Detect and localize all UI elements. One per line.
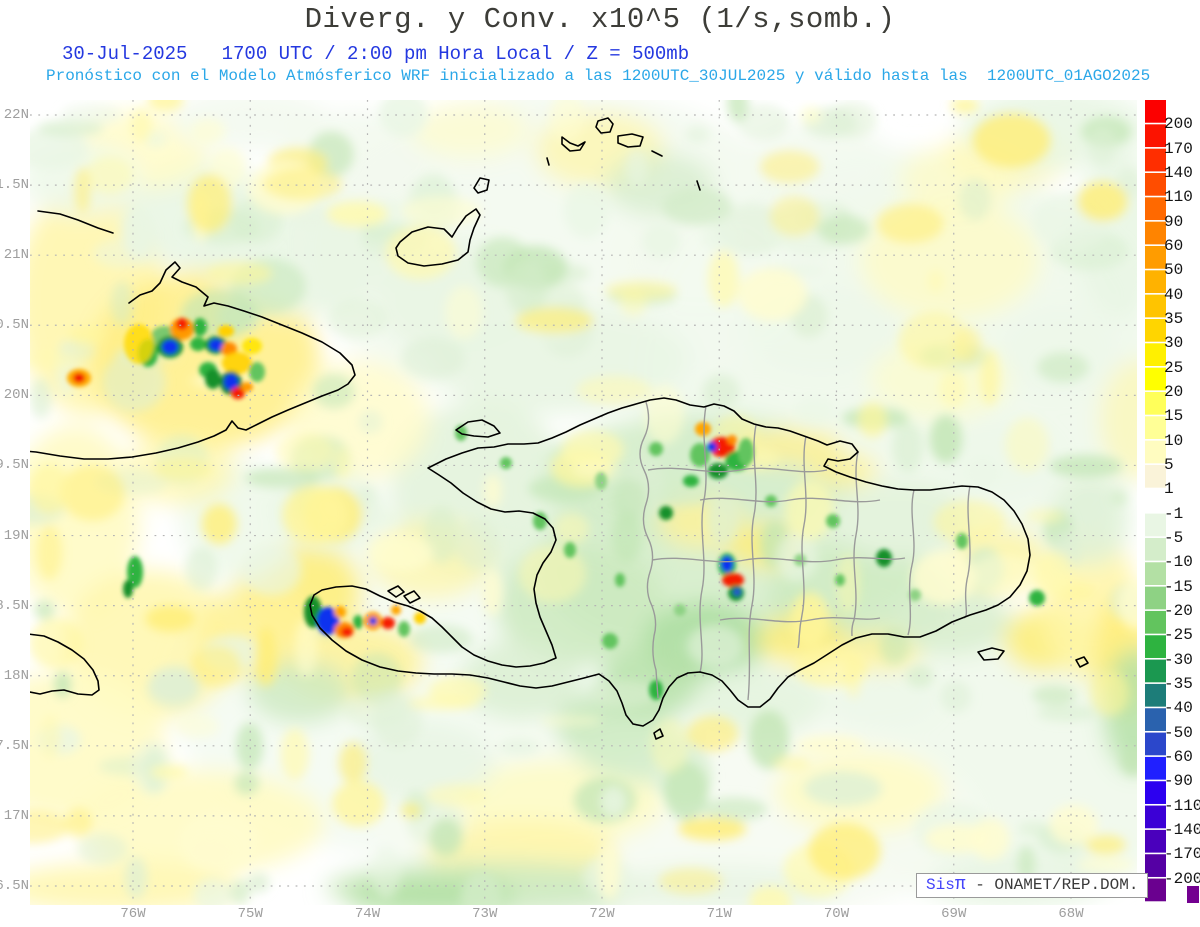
- model-run-subtitle: Pronóstico con el Modelo Atmósferico WRF…: [46, 67, 1151, 85]
- lat-tick-label: 17N: [3, 807, 29, 824]
- colorbar-segment: [1145, 367, 1166, 391]
- lat-tick-label: 21N: [3, 247, 29, 264]
- colorbar-segment: [1145, 124, 1166, 148]
- lon-tick-label: 76W: [120, 906, 146, 922]
- colorbar-segment: [1145, 172, 1166, 196]
- divergence-field-shading: [30, 100, 1137, 905]
- colorbar-segment: [1145, 610, 1166, 634]
- colorbar-tick-label: 50: [1164, 261, 1184, 280]
- lon-tick-label: 74W: [354, 906, 381, 922]
- colorbar-segment: [1145, 683, 1166, 707]
- colorbar-tick-label: 25: [1164, 358, 1184, 377]
- credit-box: Sisπ - ONAMET/REP.DOM.: [916, 873, 1149, 898]
- colorbar-segment: [1145, 829, 1166, 853]
- lon-tick-label: 73W: [472, 906, 498, 922]
- colorbar-segment: [1145, 270, 1166, 294]
- colorbar-tick-label: -35: [1164, 674, 1193, 693]
- colorbar-tick-label: -110: [1164, 796, 1200, 815]
- colorbar-tick-label: 60: [1164, 236, 1184, 255]
- lat-tick-label: 22N: [3, 107, 29, 123]
- colorbar-segment: [1145, 562, 1166, 585]
- colorbar-segment: [1145, 513, 1166, 537]
- lat-tick-label: 9.5N: [0, 457, 29, 474]
- lat-tick-label: 6.5N: [0, 877, 29, 894]
- colorbar-tick-label: -140: [1164, 820, 1200, 839]
- colorbar-tick-label: -50: [1164, 723, 1193, 742]
- colorbar-tick-label: 30: [1164, 334, 1184, 353]
- colorbar-segment: [1145, 294, 1166, 318]
- figure-title: Diverg. y Conv. x10^5 (1/s,somb.): [304, 3, 896, 36]
- colorbar-segment: [1145, 537, 1166, 561]
- colorbar-tick-label: -20: [1164, 601, 1193, 620]
- colorbar-tick-label: -200: [1164, 869, 1200, 888]
- lat-tick-label: 1.5N: [0, 177, 29, 194]
- colorbar-tick-label: 15: [1164, 407, 1184, 426]
- colorbar-segment: [1145, 635, 1166, 658]
- colorbar-tick-label: 90: [1164, 212, 1184, 231]
- colorbar-segment: [1145, 440, 1166, 464]
- colorbar-segment: [1145, 245, 1166, 269]
- lon-tick-label: 70W: [823, 906, 850, 922]
- colorbar-segment: [1145, 586, 1166, 610]
- lon-tick-label: 69W: [941, 906, 967, 922]
- lat-tick-label: 18N: [3, 667, 29, 684]
- colorbar-underflow-swatch: [1187, 886, 1199, 903]
- colorbar-tick-label: -40: [1164, 699, 1193, 718]
- colorbar-segment: [1145, 489, 1166, 513]
- colorbar-segment: [1145, 464, 1166, 488]
- credit-text: - ONAMET/REP.DOM.: [965, 876, 1139, 894]
- colorbar-segment: [1145, 343, 1166, 367]
- lon-tick-label: 72W: [589, 906, 615, 922]
- lat-tick-label: 20N: [3, 387, 29, 404]
- colorbar-segment: [1145, 318, 1166, 342]
- colorbar-tick-label: -25: [1164, 626, 1193, 645]
- lat-tick-label: 19N: [3, 527, 29, 544]
- colorbar-segment: [1145, 416, 1166, 440]
- colorbar-segment: [1145, 781, 1166, 804]
- colorbar-tick-label: 1: [1164, 480, 1174, 499]
- colorbar-segment: [1145, 100, 1166, 123]
- colorbar-segment: [1145, 756, 1166, 780]
- lon-tick-label: 68W: [1058, 906, 1084, 922]
- pi-logo-glyph: π: [954, 875, 966, 895]
- colorbar-tick-label: -5: [1164, 528, 1184, 547]
- colorbar-tick-label: -170: [1164, 845, 1200, 864]
- colorbar-tick-label: 170: [1164, 139, 1193, 158]
- colorbar-segment: [1145, 221, 1166, 245]
- colorbar-tick-label: 5: [1164, 455, 1174, 474]
- map-canvas: [30, 100, 1199, 905]
- valid-time-subtitle: 30-Jul-2025 1700 UTC / 2:00 pm Hora Loca…: [62, 43, 690, 65]
- lat-tick-label: 8.5N: [0, 597, 29, 614]
- lat-tick-label: 0.5N: [0, 317, 29, 334]
- colorbar-tick-label: -30: [1164, 650, 1193, 669]
- colorbar-segment: [1145, 391, 1166, 415]
- colorbar-tick-label: 35: [1164, 309, 1184, 328]
- colorbar-tick-label: -1: [1164, 504, 1184, 523]
- colorbar-tick-label: -60: [1164, 747, 1193, 766]
- colorbar-tick-label: 140: [1164, 163, 1193, 182]
- colorbar-tick-label: -90: [1164, 772, 1193, 791]
- weather-map-figure: Diverg. y Conv. x10^5 (1/s,somb.) 30-Jul…: [0, 0, 1200, 927]
- colorbar-segment: [1145, 708, 1166, 731]
- colorbar-tick-label: 10: [1164, 431, 1184, 450]
- lat-tick-label: 7.5N: [0, 737, 29, 754]
- colorbar-tick-label: 20: [1164, 382, 1184, 401]
- colorbar-segment: [1145, 148, 1166, 172]
- colorbar-tick-label: 40: [1164, 285, 1184, 304]
- colorbar-segment: [1145, 732, 1166, 756]
- colorbar-segment: [1145, 805, 1166, 829]
- sispi-brand: Sis: [926, 876, 955, 894]
- colorbar-tick-label: -15: [1164, 577, 1193, 596]
- colorbar-segment: [1145, 197, 1166, 221]
- colorbar-tick-label: 110: [1164, 188, 1193, 207]
- colorbar-tick-label: 200: [1164, 115, 1193, 134]
- lon-tick-label: 71W: [706, 906, 732, 922]
- colorbar-segment: [1145, 659, 1166, 683]
- colorbar-tick-label: -10: [1164, 553, 1193, 572]
- lon-tick-label: 75W: [237, 906, 263, 922]
